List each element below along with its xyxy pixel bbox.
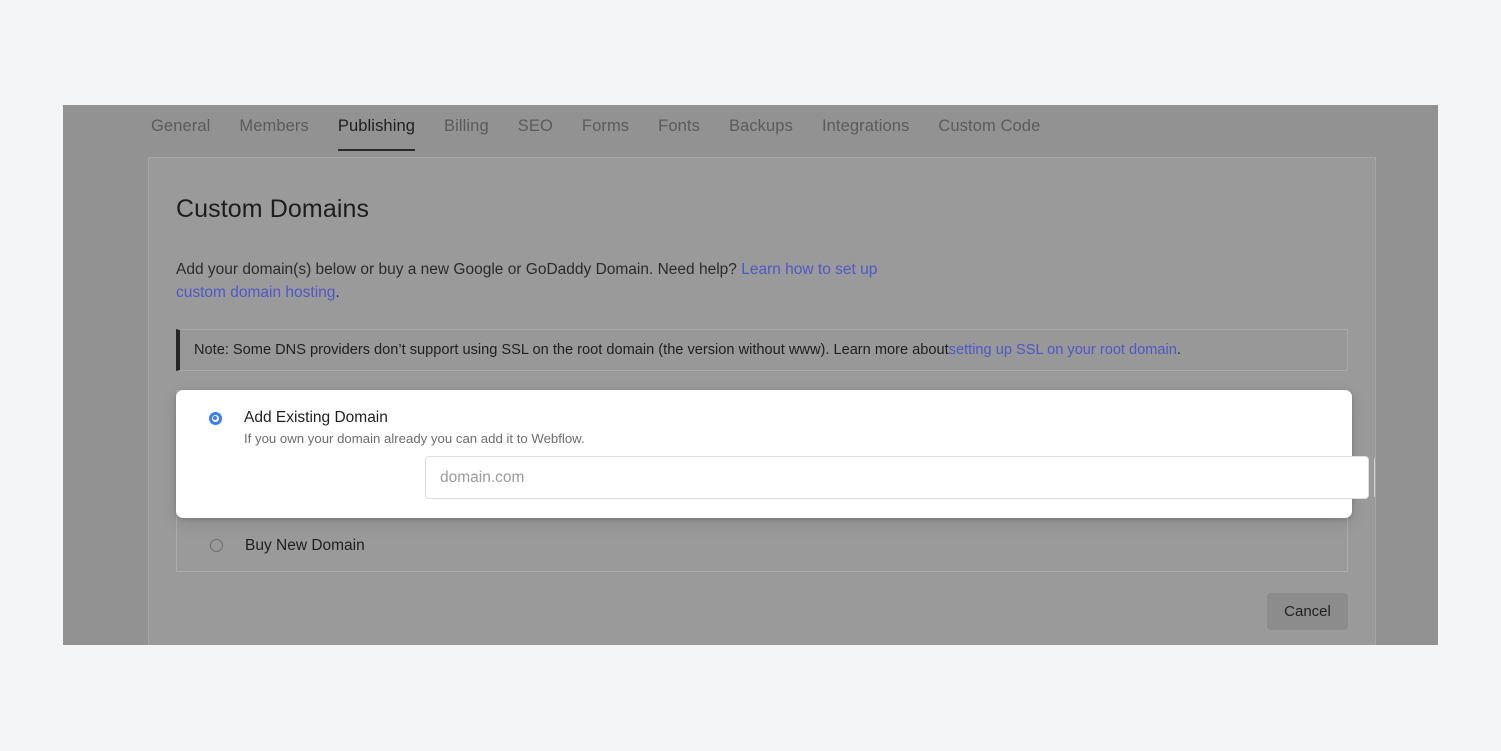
tab-forms[interactable]: Forms <box>582 112 629 151</box>
add-existing-domain-option[interactable]: Add Existing Domain If you own your doma… <box>176 390 1352 447</box>
note-text-after: . <box>1177 340 1181 360</box>
note-text-before: Note: Some DNS providers don’t support u… <box>194 340 949 360</box>
buy-new-domain-labels: Buy New Domain <box>245 536 365 555</box>
settings-tab-bar: General Members Publishing Billing SEO F… <box>151 112 1040 157</box>
tab-publishing[interactable]: Publishing <box>338 112 415 151</box>
buy-new-domain-title: Buy New Domain <box>245 536 365 555</box>
add-domain-button[interactable]: Add Domain <box>1374 456 1376 499</box>
tab-members[interactable]: Members <box>239 112 308 151</box>
domain-input-row: Add Domain <box>425 456 1376 499</box>
publishing-settings-panel: Custom Domains Add your domain(s) below … <box>148 157 1376 645</box>
tab-seo[interactable]: SEO <box>518 112 553 151</box>
cancel-button[interactable]: Cancel <box>1267 593 1348 630</box>
intro-text-after: . <box>335 284 339 301</box>
buy-new-domain-option[interactable]: Buy New Domain <box>177 519 1347 572</box>
add-existing-domain-description: If you own your domain already you can a… <box>244 430 585 447</box>
tab-backups[interactable]: Backups <box>729 112 793 151</box>
add-existing-domain-labels: Add Existing Domain If you own your doma… <box>244 408 585 447</box>
tab-custom-code[interactable]: Custom Code <box>938 112 1040 151</box>
page-title: Custom Domains <box>176 158 1348 224</box>
site-settings-modal: General Members Publishing Billing SEO F… <box>63 105 1438 645</box>
tab-billing[interactable]: Billing <box>444 112 489 151</box>
intro-text-before: Add your domain(s) below or buy a new Go… <box>176 261 741 278</box>
panel-footer: Cancel <box>176 593 1348 630</box>
radio-add-existing-domain[interactable] <box>209 412 222 425</box>
tab-integrations[interactable]: Integrations <box>822 112 909 151</box>
add-existing-domain-card[interactable]: Add Existing Domain If you own your doma… <box>176 390 1352 518</box>
panel-content: Custom Domains Add your domain(s) below … <box>176 158 1348 630</box>
domain-input[interactable] <box>425 456 1369 499</box>
intro-description: Add your domain(s) below or buy a new Go… <box>176 224 888 304</box>
radio-buy-new-domain[interactable] <box>210 539 223 552</box>
tab-fonts[interactable]: Fonts <box>658 112 700 151</box>
tab-general[interactable]: General <box>151 112 210 151</box>
add-existing-domain-title: Add Existing Domain <box>244 408 585 427</box>
setting-up-ssl-root-domain-link[interactable]: setting up SSL on your root domain <box>949 340 1177 360</box>
domain-options-group: Add Existing Domain If you own your doma… <box>176 390 1348 572</box>
dns-ssl-note-banner: Note: Some DNS providers don’t support u… <box>176 329 1348 371</box>
